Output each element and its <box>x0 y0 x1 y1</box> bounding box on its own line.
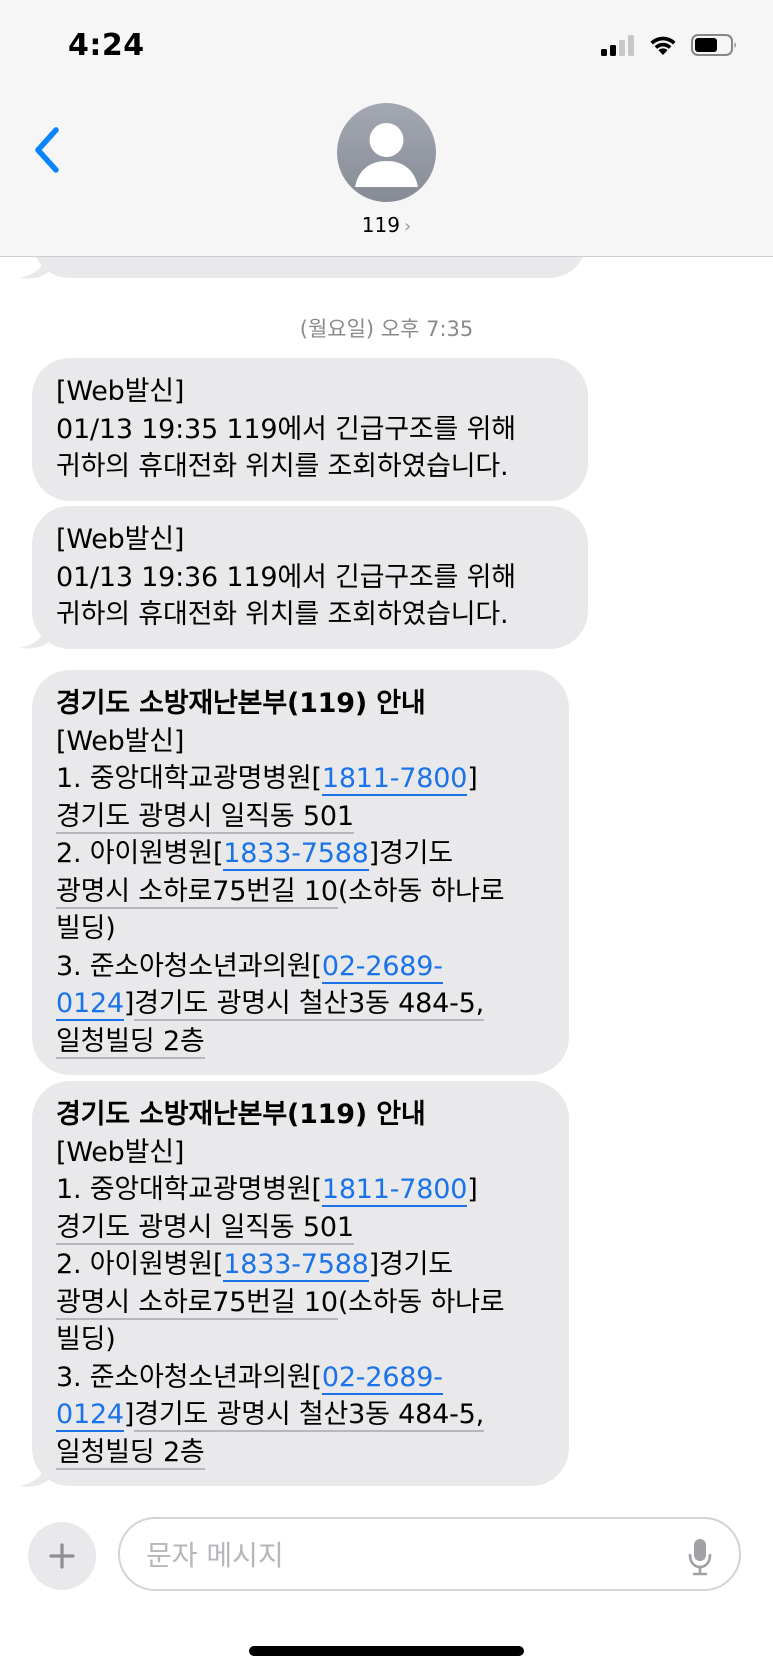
hospital-3-line: 3. 준소아청소년과의원[02-2689- <box>56 1359 547 1397</box>
bracket: ] <box>467 763 478 794</box>
hospital-2-address-line: 빌딩) <box>56 913 116 944</box>
message-line: [Web발신] <box>56 524 185 555</box>
hospital-1-phone-link[interactable]: 1811-7800 <box>321 1174 467 1207</box>
hospital-2-address-start: ]경기도 <box>368 1249 453 1280</box>
plus-icon <box>49 1543 75 1569</box>
hospital-1-line: 1. 중앙대학교광명병원[1811-7800] <box>56 1171 547 1209</box>
message-bubble[interactable]: 경기도 소방재난본부(119) 안내 [Web발신] 1. 중앙대학교광명병원[… <box>32 670 569 1075</box>
hospital-2-address[interactable]: 광명시 소하로75번길 10 <box>56 875 338 909</box>
hospital-2-address-line: 광명시 소하로75번길 10(소하동 하나로 <box>56 1284 547 1322</box>
hospital-2-address[interactable]: 광명시 소하로75번길 10 <box>56 1286 338 1320</box>
hospital-2-phone-link[interactable]: 1833-7588 <box>223 1249 369 1282</box>
chevron-left-icon <box>35 127 59 173</box>
hospital-3-phone-link[interactable]: 0124 <box>56 1399 124 1432</box>
wifi-icon <box>647 33 679 61</box>
microphone-icon <box>688 1539 712 1576</box>
battery-icon <box>691 33 739 61</box>
status-time: 4:24 <box>68 28 145 63</box>
message-title: 경기도 소방재난본부(119) 안내 <box>56 1099 426 1130</box>
hospital-3-address[interactable]: 경기도 광명시 철산3동 484-5, <box>134 988 484 1021</box>
hospital-1-address[interactable]: 경기도 광명시 일직동 501 <box>56 800 354 834</box>
navigation-header: 4:24 119 › <box>0 0 773 257</box>
hospital-1-name: 1. 중앙대학교광명병원[ <box>56 1174 322 1205</box>
contact-name: 119 <box>361 213 400 237</box>
message-bubble[interactable]: 경기도 소방재난본부(119) 안내 [Web발신] 1. 중앙대학교광명병원[… <box>32 1081 569 1486</box>
hospital-1-address-line: 경기도 광명시 일직동 501 <box>56 798 547 836</box>
message-title: 경기도 소방재난본부(119) 안내 <box>56 688 426 719</box>
hospital-2-phone-link[interactable]: 1833-7588 <box>223 838 369 871</box>
contact-name-button[interactable]: 119 › <box>0 213 773 237</box>
hospital-3-phone-link[interactable]: 02-2689- <box>321 1361 443 1395</box>
hospital-2-name: 2. 아이원병원[ <box>56 1249 224 1280</box>
back-button[interactable] <box>30 124 64 176</box>
hospital-2-address-detail: (소하동 하나로 <box>337 875 505 907</box>
chevron-right-icon: › <box>403 216 412 237</box>
hospital-2-address-line: 빌딩) <box>56 1324 116 1355</box>
hospital-2-name: 2. 아이원병원[ <box>56 838 224 869</box>
hospital-3-address-line: 일청빌딩 2층 <box>56 1023 547 1061</box>
hospital-1-name: 1. 중앙대학교광명병원[ <box>56 763 322 794</box>
hospital-1-phone-link[interactable]: 1811-7800 <box>321 763 467 796</box>
hospital-1-line: 1. 중앙대학교광명병원[1811-7800] <box>56 760 547 798</box>
message-line: 귀하의 휴대전화 위치를 조회하였습니다. <box>56 451 509 482</box>
signal-icon <box>601 34 635 60</box>
hospital-3-line-cont: 0124]경기도 광명시 철산3동 484-5, <box>56 1396 547 1434</box>
message-composer <box>0 1500 773 1673</box>
contact-avatar[interactable] <box>337 103 436 202</box>
hospital-3-address[interactable]: 경기도 광명시 철산3동 484-5, <box>134 1399 484 1432</box>
message-line: [Web발신] <box>56 1136 185 1168</box>
message-line: 01/13 19:35 119에서 긴급구조를 위해 <box>56 413 516 445</box>
hospital-3-line: 3. 준소아청소년과의원[02-2689- <box>56 948 547 986</box>
hospital-2-address-start: ]경기도 <box>368 838 453 869</box>
add-attachment-button[interactable] <box>28 1522 96 1590</box>
status-icons <box>601 33 739 61</box>
hospital-2-line: 2. 아이원병원[1833-7588]경기도 <box>56 835 547 873</box>
message-bubble[interactable]: [Web발신] 01/13 19:36 119에서 긴급구조를 위해 귀하의 휴… <box>32 506 588 649</box>
message-line: [Web발신] <box>56 725 185 757</box>
hospital-3-phone-link[interactable]: 0124 <box>56 988 124 1021</box>
hospital-3-address-detail[interactable]: 일청빌딩 2층 <box>56 1025 205 1059</box>
hospital-3-line-cont: 0124]경기도 광명시 철산3동 484-5, <box>56 985 547 1023</box>
message-line: 01/13 19:36 119에서 긴급구조를 위해 <box>56 561 516 593</box>
message-timestamp: (월요일) 오후 7:35 <box>299 317 474 341</box>
messages-screen: (월요일) 오후 7:35 [Web발신] 01/13 19:35 119에서 … <box>0 0 773 1673</box>
home-indicator[interactable] <box>249 1646 524 1656</box>
message-input[interactable] <box>144 1531 668 1579</box>
bracket: ] <box>123 1399 135 1430</box>
hospital-2-line: 2. 아이원병원[1833-7588]경기도 <box>56 1246 547 1284</box>
message-bubble[interactable]: [Web발신] 01/13 19:35 119에서 긴급구조를 위해 귀하의 휴… <box>32 358 588 501</box>
hospital-3-phone-link[interactable]: 02-2689- <box>321 950 443 984</box>
hospital-2-address-line: 광명시 소하로75번길 10(소하동 하나로 <box>56 873 547 911</box>
person-icon <box>355 123 418 187</box>
message-line: 귀하의 휴대전화 위치를 조회하였습니다. <box>56 599 509 630</box>
hospital-2-address-detail: (소하동 하나로 <box>337 1286 505 1318</box>
hospital-3-address-detail[interactable]: 일청빌딩 2층 <box>56 1436 205 1470</box>
bubble-tail <box>20 1458 50 1488</box>
hospital-1-address-line: 경기도 광명시 일직동 501 <box>56 1209 547 1247</box>
dictation-button[interactable] <box>687 1537 713 1577</box>
bracket: ] <box>123 988 135 1019</box>
message-line: [Web발신] <box>56 376 185 407</box>
message-input-container[interactable] <box>118 1517 741 1591</box>
hospital-3-name: 3. 준소아청소년과의원[ <box>56 950 322 982</box>
bracket: ] <box>467 1174 478 1205</box>
hospital-3-name: 3. 준소아청소년과의원[ <box>56 1361 322 1393</box>
hospital-1-address[interactable]: 경기도 광명시 일직동 501 <box>56 1211 354 1245</box>
bubble-tail <box>20 620 50 650</box>
hospital-3-address-line: 일청빌딩 2층 <box>56 1434 547 1472</box>
